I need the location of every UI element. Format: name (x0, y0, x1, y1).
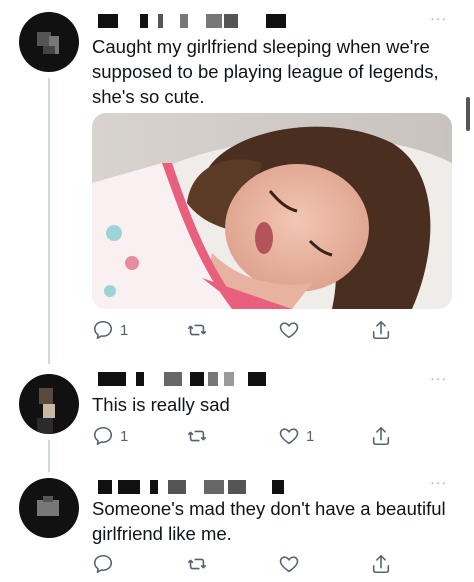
more-options-icon[interactable]: ··· (430, 370, 447, 386)
reply-count: 1 (120, 427, 129, 445)
tweet-actions (92, 550, 402, 578)
reply-button[interactable]: 1 (92, 316, 128, 344)
username-censored (98, 14, 298, 28)
retweet-icon (186, 319, 208, 341)
thread-line (48, 78, 50, 364)
heart-icon (278, 425, 300, 447)
heart-icon (278, 553, 300, 575)
username-censored (98, 480, 288, 494)
like-button[interactable]: 1 (278, 422, 314, 450)
tweet-image[interactable] (92, 113, 452, 309)
like-button[interactable] (278, 550, 306, 578)
like-button[interactable] (278, 316, 306, 344)
reply-button[interactable] (92, 550, 120, 578)
heart-icon (278, 319, 300, 341)
retweet-icon (186, 425, 208, 447)
avatar[interactable] (19, 374, 79, 434)
share-button[interactable] (370, 550, 392, 578)
tweet-text: Someone's mad they don't have a beautifu… (92, 498, 446, 544)
reply-count: 1 (120, 321, 129, 339)
avatar[interactable] (19, 12, 79, 72)
share-icon (370, 425, 392, 447)
tweet-text: Caught my girlfriend sleeping when we're… (92, 36, 439, 107)
avatar[interactable] (19, 478, 79, 538)
reply-button[interactable]: 1 (92, 422, 128, 450)
thread-line (48, 440, 50, 472)
retweet-icon (186, 553, 208, 575)
share-button[interactable] (370, 422, 392, 450)
share-button[interactable] (370, 316, 392, 344)
retweet-button[interactable] (186, 316, 214, 344)
tweet-actions: 1 1 (92, 422, 402, 450)
tweet-text: This is really sad (92, 394, 230, 415)
share-icon (370, 319, 392, 341)
retweet-button[interactable] (186, 422, 214, 450)
more-options-icon[interactable]: ··· (430, 474, 447, 490)
retweet-button[interactable] (186, 550, 214, 578)
username-censored (98, 372, 278, 386)
share-icon (370, 553, 392, 575)
reply-icon (92, 319, 114, 341)
tweet-actions: 1 (92, 316, 402, 344)
scrollbar[interactable] (466, 97, 470, 131)
like-count: 1 (306, 427, 315, 445)
reply-icon (92, 553, 114, 575)
reply-icon (92, 425, 114, 447)
more-options-icon[interactable]: ··· (430, 10, 447, 26)
